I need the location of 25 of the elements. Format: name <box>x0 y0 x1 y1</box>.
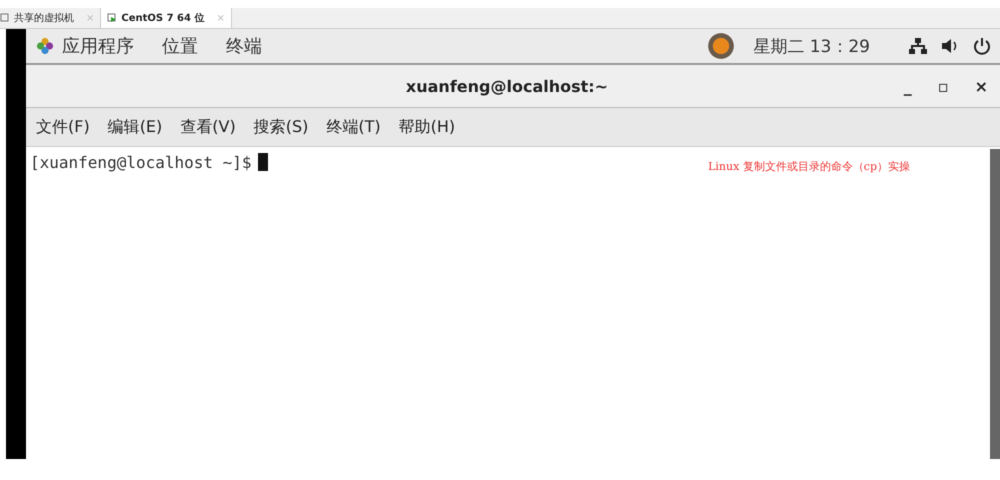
vm-tab[interactable]: CentOS 7 64 位 × <box>101 8 232 28</box>
top-menu[interactable]: 终端 <box>226 34 262 58</box>
menu-item[interactable]: 帮助(H) <box>398 116 456 138</box>
window-control[interactable]: _ <box>904 76 912 96</box>
scrollbar[interactable] <box>990 149 1000 459</box>
window-title: xuanfeng@localhost:~ <box>406 76 608 96</box>
menu-item[interactable]: 查看(V) <box>180 116 236 138</box>
menu-item[interactable]: 搜索(S) <box>254 116 308 138</box>
flower-icon <box>36 37 54 55</box>
vm-icon <box>107 13 118 23</box>
annotation: Linux 复制文件或目录的命令（cp）实操 <box>708 159 910 174</box>
menu-item[interactable]: 终端(T) <box>326 116 381 138</box>
window-control[interactable]: ▫ <box>938 76 949 96</box>
clock[interactable]: 星期二 13：29 <box>753 34 870 58</box>
shell-prompt: [xuanfeng@localhost ~]$ <box>30 153 252 172</box>
top-menu[interactable]: 位置 <box>162 34 198 58</box>
network-icon[interactable] <box>908 36 928 56</box>
vm-icon <box>0 13 10 23</box>
top-menu[interactable]: 应用程序 <box>62 34 134 58</box>
avatar-icon[interactable] <box>707 32 736 60</box>
window-control[interactable]: × <box>974 76 988 96</box>
power-icon[interactable] <box>972 36 992 56</box>
menu-item[interactable]: 文件(F) <box>36 116 90 138</box>
text-cursor <box>258 153 268 171</box>
menu-item[interactable]: 编辑(E) <box>108 116 162 138</box>
